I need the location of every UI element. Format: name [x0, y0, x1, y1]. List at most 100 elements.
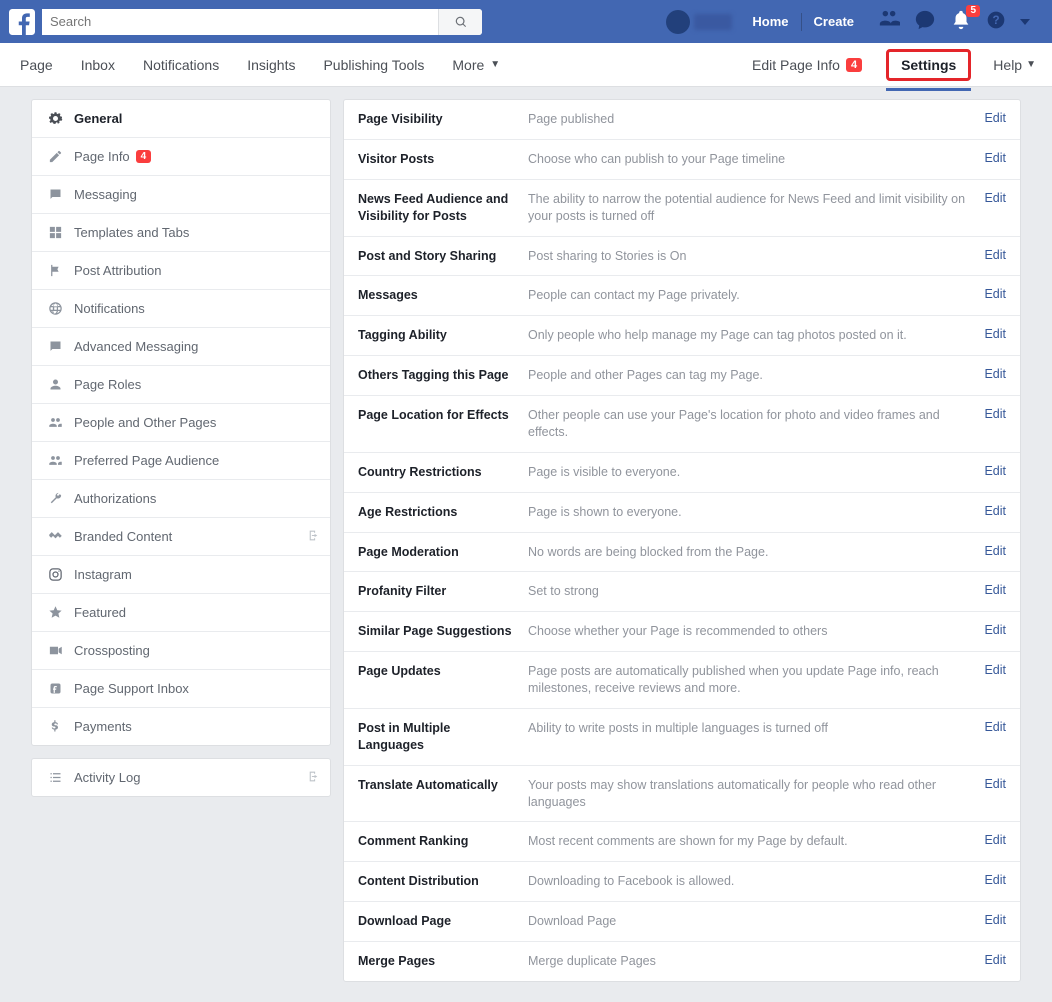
instagram-icon [46, 567, 64, 582]
home-link[interactable]: Home [742, 0, 798, 43]
edit-link[interactable]: Edit [984, 191, 1006, 205]
globe-icon [46, 301, 64, 316]
setting-description: Downloading to Facebook is allowed. [528, 873, 974, 890]
setting-row-page-location-for-effects: Page Location for Effects Other people c… [344, 396, 1020, 453]
sidebar-main-card: General Page Info 4 Messaging Templates … [31, 99, 331, 746]
sidebar-item-authorizations[interactable]: Authorizations [32, 480, 330, 518]
edit-link[interactable]: Edit [984, 913, 1006, 927]
people-icon [46, 415, 64, 430]
sidebar-item-label: People and Other Pages [74, 415, 216, 430]
dollar-icon [46, 719, 64, 734]
setting-description: Choose who can publish to your Page time… [528, 151, 974, 168]
sidebar-item-people-and-other-pages[interactable]: People and Other Pages [32, 404, 330, 442]
search-button[interactable] [438, 9, 482, 35]
setting-description: Choose whether your Page is recommended … [528, 623, 974, 640]
tab-notifications[interactable]: Notifications [129, 43, 233, 86]
sidebar-item-label: Payments [74, 719, 132, 734]
create-link[interactable]: Create [804, 0, 864, 43]
notifications-icon[interactable]: 5 [950, 9, 972, 34]
active-tab-underline [886, 88, 971, 91]
sidebar-item-label: Branded Content [74, 529, 172, 544]
setting-label: Profanity Filter [358, 583, 518, 600]
tab-settings[interactable]: Settings [886, 49, 971, 81]
sidebar-item-label: Crossposting [74, 643, 150, 658]
setting-row-merge-pages: Merge Pages Merge duplicate Pages Edit [344, 942, 1020, 981]
sidebar-item-featured[interactable]: Featured [32, 594, 330, 632]
edit-link[interactable]: Edit [984, 367, 1006, 381]
edit-link[interactable]: Edit [984, 151, 1006, 165]
setting-row-tagging-ability: Tagging Ability Only people who help man… [344, 316, 1020, 356]
chat-icon [46, 339, 64, 354]
edit-link[interactable]: Edit [984, 833, 1006, 847]
edit-link[interactable]: Edit [984, 873, 1006, 887]
setting-description: Page posts are automatically published w… [528, 663, 974, 697]
friend-requests-icon[interactable] [878, 9, 900, 34]
tab-more[interactable]: More▼ [438, 43, 514, 86]
setting-label: Messages [358, 287, 518, 304]
edit-link[interactable]: Edit [984, 111, 1006, 125]
pencil-icon [46, 149, 64, 164]
sidebar-item-instagram[interactable]: Instagram [32, 556, 330, 594]
facebook-logo[interactable] [8, 8, 36, 36]
edit-page-info-link[interactable]: Edit Page Info 4 [740, 57, 874, 73]
sidebar-item-advanced-messaging[interactable]: Advanced Messaging [32, 328, 330, 366]
edit-link[interactable]: Edit [984, 720, 1006, 734]
sidebar-item-page-support-inbox[interactable]: Page Support Inbox [32, 670, 330, 708]
edit-link[interactable]: Edit [984, 623, 1006, 637]
sidebar-item-page-roles[interactable]: Page Roles [32, 366, 330, 404]
setting-row-page-updates: Page Updates Page posts are automaticall… [344, 652, 1020, 709]
tab-publishing-tools[interactable]: Publishing Tools [309, 43, 438, 86]
edit-link[interactable]: Edit [984, 504, 1006, 518]
edit-link[interactable]: Edit [984, 663, 1006, 677]
video-icon [46, 643, 64, 658]
edit-link[interactable]: Edit [984, 953, 1006, 967]
edit-link[interactable]: Edit [984, 544, 1006, 558]
tab-inbox[interactable]: Inbox [67, 43, 129, 86]
edit-link[interactable]: Edit [984, 583, 1006, 597]
settings-panel: Page Visibility Page published Edit Visi… [343, 99, 1021, 982]
setting-label: Page Visibility [358, 111, 518, 128]
edit-link[interactable]: Edit [984, 248, 1006, 262]
setting-label: Post in Multiple Languages [358, 720, 518, 754]
profile-link[interactable] [656, 0, 742, 43]
setting-label: Country Restrictions [358, 464, 518, 481]
setting-row-post-in-multiple-languages: Post in Multiple Languages Ability to wr… [344, 709, 1020, 766]
list-icon [46, 770, 64, 785]
edit-link[interactable]: Edit [984, 464, 1006, 478]
sidebar-item-branded-content[interactable]: Branded Content [32, 518, 330, 556]
sidebar-item-general[interactable]: General [32, 100, 330, 138]
setting-row-age-restrictions: Age Restrictions Page is shown to everyo… [344, 493, 1020, 533]
sidebar-item-page-info[interactable]: Page Info 4 [32, 138, 330, 176]
chat-icon [46, 187, 64, 202]
messenger-icon[interactable] [914, 9, 936, 34]
setting-label: Page Moderation [358, 544, 518, 561]
edit-link[interactable]: Edit [984, 287, 1006, 301]
setting-row-messages: Messages People can contact my Page priv… [344, 276, 1020, 316]
sidebar-item-templates-and-tabs[interactable]: Templates and Tabs [32, 214, 330, 252]
sidebar-item-preferred-page-audience[interactable]: Preferred Page Audience [32, 442, 330, 480]
setting-row-page-visibility: Page Visibility Page published Edit [344, 100, 1020, 140]
sidebar-item-notifications[interactable]: Notifications [32, 290, 330, 328]
account-caret-icon[interactable] [1020, 19, 1030, 25]
help-icon[interactable] [986, 10, 1006, 33]
edit-link[interactable]: Edit [984, 407, 1006, 421]
page-tabs: Page Inbox Notifications Insights Publis… [0, 43, 1052, 87]
grid-icon [46, 225, 64, 240]
setting-label: Download Page [358, 913, 518, 930]
tab-page[interactable]: Page [6, 43, 67, 86]
setting-row-comment-ranking: Comment Ranking Most recent comments are… [344, 822, 1020, 862]
edit-page-info-badge: 4 [846, 58, 862, 72]
tab-insights[interactable]: Insights [233, 43, 309, 86]
tab-help[interactable]: Help▼ [983, 57, 1046, 73]
sidebar-item-messaging[interactable]: Messaging [32, 176, 330, 214]
sidebar-item-crossposting[interactable]: Crossposting [32, 632, 330, 670]
search-input[interactable] [42, 9, 438, 35]
sidebar-item-payments[interactable]: Payments [32, 708, 330, 745]
setting-row-post-and-story-sharing: Post and Story Sharing Post sharing to S… [344, 237, 1020, 277]
edit-link[interactable]: Edit [984, 777, 1006, 791]
sidebar-item-post-attribution[interactable]: Post Attribution [32, 252, 330, 290]
sidebar-item-activity-log[interactable]: Activity Log [32, 759, 330, 796]
star-icon [46, 605, 64, 620]
sidebar-item-label: General [74, 111, 122, 126]
edit-link[interactable]: Edit [984, 327, 1006, 341]
